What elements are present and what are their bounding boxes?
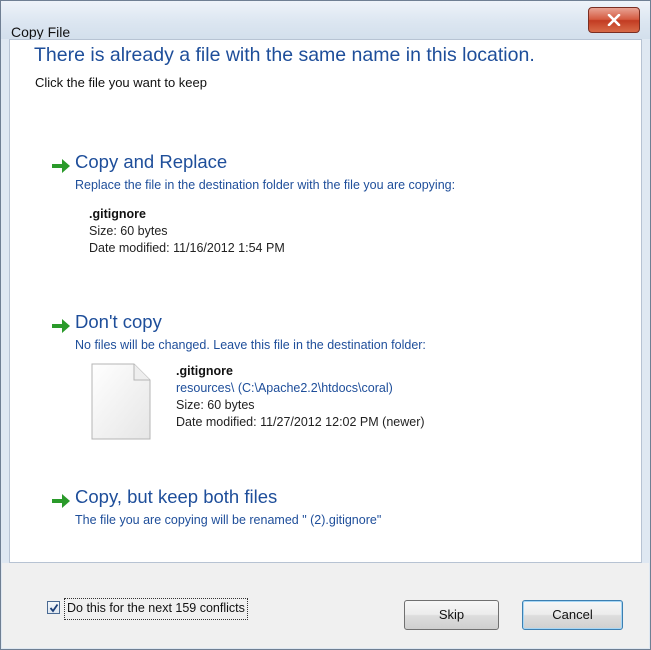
option-title: Don't copy [75,311,162,332]
close-button[interactable] [588,7,640,33]
conflict-subheading: Click the file you want to keep [35,75,207,90]
close-icon [607,14,621,26]
green-arrow-icon [52,159,70,173]
apply-to-all-label[interactable]: Do this for the next 159 conflicts [64,598,248,620]
copy-and-replace-option[interactable]: Copy and Replace Replace the file in the… [51,151,591,192]
green-arrow-icon [52,494,70,508]
file-name: .gitignore [89,207,146,221]
apply-to-all-checkbox[interactable] [47,601,60,614]
dialog-content [9,39,642,563]
option-title: Copy and Replace [75,151,228,172]
file-size: Size: 60 bytes [89,224,168,238]
skip-button[interactable]: Skip [404,600,499,630]
option-description: The file you are copying will be renamed… [75,513,382,527]
option-description: No files will be changed. Leave this fil… [75,338,426,352]
keep-both-option[interactable]: Copy, but keep both files The file you a… [51,486,481,527]
option-title: Copy, but keep both files [75,486,278,507]
file-size: Size: 60 bytes [176,398,255,412]
file-location: resources\ (C:\Apache2.2\htdocs\coral) [176,381,393,395]
dont-copy-option[interactable]: Don't copy No files will be changed. Lea… [51,311,591,352]
option-description: Replace the file in the destination fold… [75,178,456,192]
file-icon [91,363,151,440]
copy-file-dialog: Copy File There is already a file with t… [0,0,651,650]
file-name: .gitignore [176,364,233,378]
dialog-title: Copy File [11,24,71,40]
conflict-heading: There is already a file with the same na… [34,44,535,66]
green-arrow-icon [52,319,70,333]
file-date-modified: Date modified: 11/27/2012 12:02 PM (newe… [176,415,425,429]
destination-file-info: .gitignore resources\ (C:\Apache2.2\htdo… [176,363,425,431]
source-file-info: .gitignore Size: 60 bytes Date modified:… [89,206,285,257]
title-bar[interactable]: Copy File [1,1,650,40]
file-date-modified: Date modified: 11/16/2012 1:54 PM [89,241,285,255]
cancel-button[interactable]: Cancel [522,600,623,630]
checkmark-icon [49,603,59,613]
